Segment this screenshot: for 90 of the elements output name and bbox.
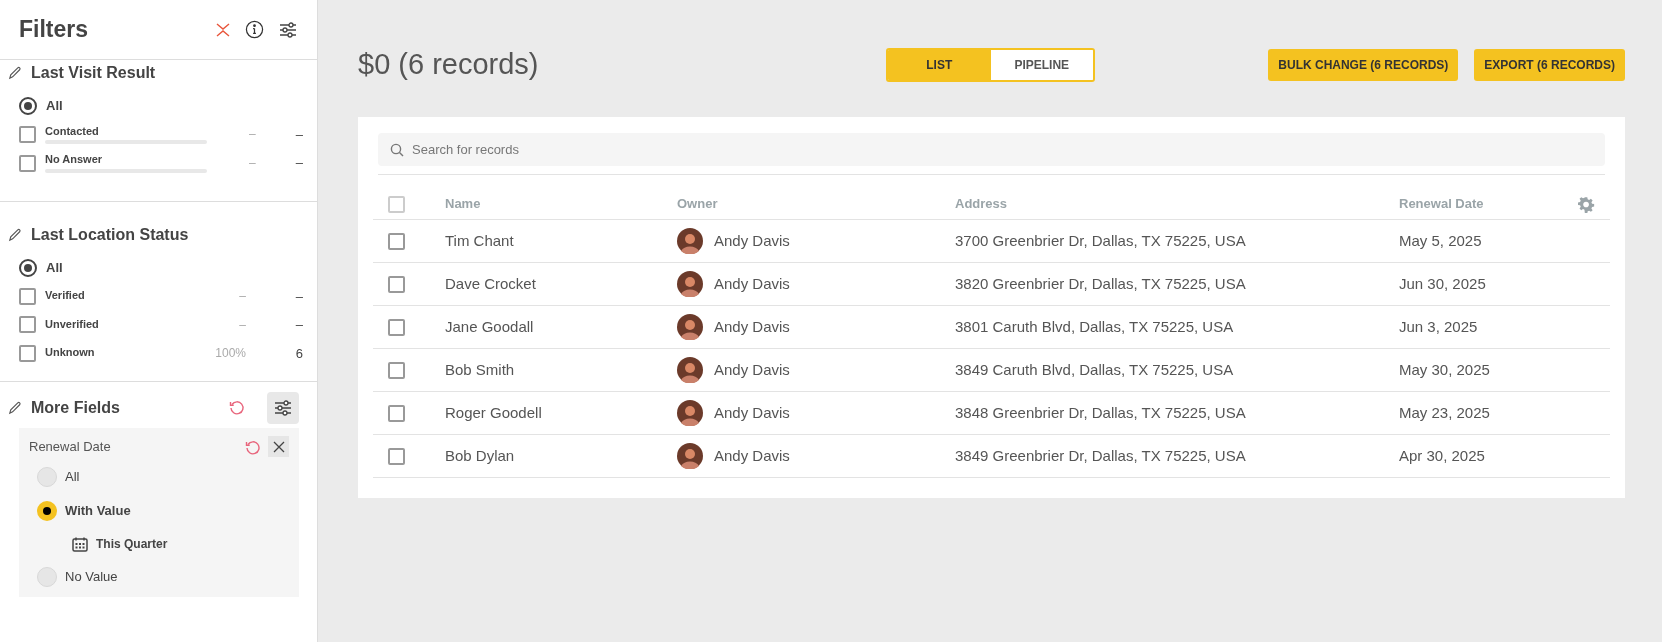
action-button[interactable]: BULK CHANGE (6 RECORDS) <box>1268 49 1459 81</box>
date-range-label[interactable]: This Quarter <box>96 535 168 553</box>
address-cell-text: 3820 Greenbrier Dr, Dallas, TX 75225, USA <box>955 273 1247 294</box>
pencil-icon[interactable] <box>7 65 22 81</box>
calendar-icon[interactable] <box>72 536 88 552</box>
checkbox[interactable] <box>388 232 405 250</box>
name-cell[interactable]: Jane Goodall <box>445 315 677 339</box>
count-value: – <box>294 125 303 144</box>
date-cell-text: May 23, 2025 <box>1399 402 1491 423</box>
sidebar-title: Filters <box>19 15 90 45</box>
percent-value: – <box>238 288 246 306</box>
option-label: Unverified <box>45 317 99 332</box>
avatar-icon <box>677 228 703 254</box>
avatar-icon <box>677 400 703 426</box>
owner-name: Andy Davis <box>714 359 790 380</box>
section-title: Last Visit Result <box>31 65 156 81</box>
name-cell[interactable]: Dave Crocket <box>445 272 677 296</box>
avatar-icon <box>677 314 703 340</box>
checkbox[interactable] <box>19 316 36 334</box>
radio-button[interactable] <box>37 501 57 521</box>
option-label: Contacted <box>45 124 99 139</box>
filter-settings-icon[interactable] <box>267 392 299 424</box>
checkbox[interactable] <box>388 275 405 293</box>
checkbox[interactable] <box>19 344 36 362</box>
address-cell-text: 3849 Caruth Blvd, Dallas, TX 75225, USA <box>955 359 1235 380</box>
owner-name: Andy Davis <box>714 316 790 337</box>
address-cell-text: 3848 Greenbrier Dr, Dallas, TX 75225, USA <box>955 402 1247 423</box>
name-cell[interactable]: Roger Goodell <box>445 401 677 425</box>
checkbox[interactable] <box>19 287 36 305</box>
select-all-checkbox[interactable] <box>388 195 405 213</box>
view-tab[interactable]: LIST <box>888 50 991 80</box>
section-title: More Fields <box>31 398 121 418</box>
option-label: No Value <box>65 568 118 587</box>
checkbox[interactable] <box>388 361 405 379</box>
checkbox[interactable] <box>19 125 36 143</box>
name-cell[interactable]: Tim Chant <box>445 229 677 253</box>
collapse-icon[interactable] <box>215 21 231 38</box>
address-cell-text: 3700 Greenbrier Dr, Dallas, TX 75225, USA <box>955 230 1247 251</box>
pencil-icon[interactable] <box>7 400 22 416</box>
option-label: All <box>65 468 80 487</box>
owner-name: Andy Davis <box>714 402 790 423</box>
checkbox[interactable] <box>388 318 405 336</box>
address-cell-text: 3849 Greenbrier Dr, Dallas, TX 75225, USA <box>955 445 1247 466</box>
page-title: $0 (6 records) <box>358 47 540 83</box>
option-label: All <box>46 259 63 277</box>
search-field[interactable]: Search for records <box>378 133 1605 166</box>
field-name: Renewal Date <box>29 437 112 456</box>
avatar-icon <box>677 443 703 469</box>
info-icon[interactable] <box>245 20 264 39</box>
date-cell-text: May 5, 2025 <box>1399 230 1483 251</box>
filter-settings-icon[interactable] <box>278 20 298 39</box>
percent-value: 100% <box>214 345 246 363</box>
name-cell[interactable]: Bob Dylan <box>445 444 677 468</box>
radio-button[interactable] <box>19 258 37 277</box>
date-cell-text: Jun 30, 2025 <box>1399 273 1487 294</box>
percent-value: – <box>248 155 256 173</box>
checkbox[interactable] <box>19 154 36 172</box>
count-value: – <box>294 287 303 306</box>
count-value: – <box>294 154 303 173</box>
section-title: Last Location Status <box>31 227 189 243</box>
action-button[interactable]: EXPORT (6 RECORDS) <box>1474 49 1625 81</box>
address-cell-text: 3801 Caruth Blvd, Dallas, TX 75225, USA <box>955 316 1235 337</box>
date-cell-text: Jun 3, 2025 <box>1399 316 1479 337</box>
settings-icon[interactable] <box>1578 195 1595 213</box>
pencil-icon[interactable] <box>7 227 22 243</box>
option-label: No Answer <box>45 153 103 167</box>
date-cell-text: Apr 30, 2025 <box>1399 445 1486 466</box>
reset-icon[interactable] <box>244 438 260 455</box>
avatar-icon <box>677 357 703 383</box>
owner-name: Andy Davis <box>714 273 790 294</box>
owner-name: Andy Davis <box>714 445 790 466</box>
percent-value: – <box>238 316 246 334</box>
view-tab[interactable]: PIPELINE <box>990 50 1093 80</box>
name-cell[interactable]: Bob Smith <box>445 358 677 382</box>
count-value: 6 <box>294 344 303 363</box>
option-label: Unknown <box>45 346 95 361</box>
date-cell-text: May 30, 2025 <box>1399 359 1491 380</box>
search-icon <box>390 143 404 157</box>
checkbox[interactable] <box>388 447 405 465</box>
owner-name: Andy Davis <box>714 230 790 251</box>
option-label: All <box>46 97 63 115</box>
reset-icon[interactable] <box>228 399 246 417</box>
option-label: With Value <box>65 502 131 521</box>
option-label: Verified <box>45 289 85 304</box>
checkbox[interactable] <box>388 404 405 422</box>
avatar-icon <box>677 271 703 297</box>
radio-button[interactable] <box>19 96 37 115</box>
percent-value: – <box>248 126 256 144</box>
close-icon[interactable] <box>268 436 289 457</box>
count-value: – <box>294 316 303 334</box>
